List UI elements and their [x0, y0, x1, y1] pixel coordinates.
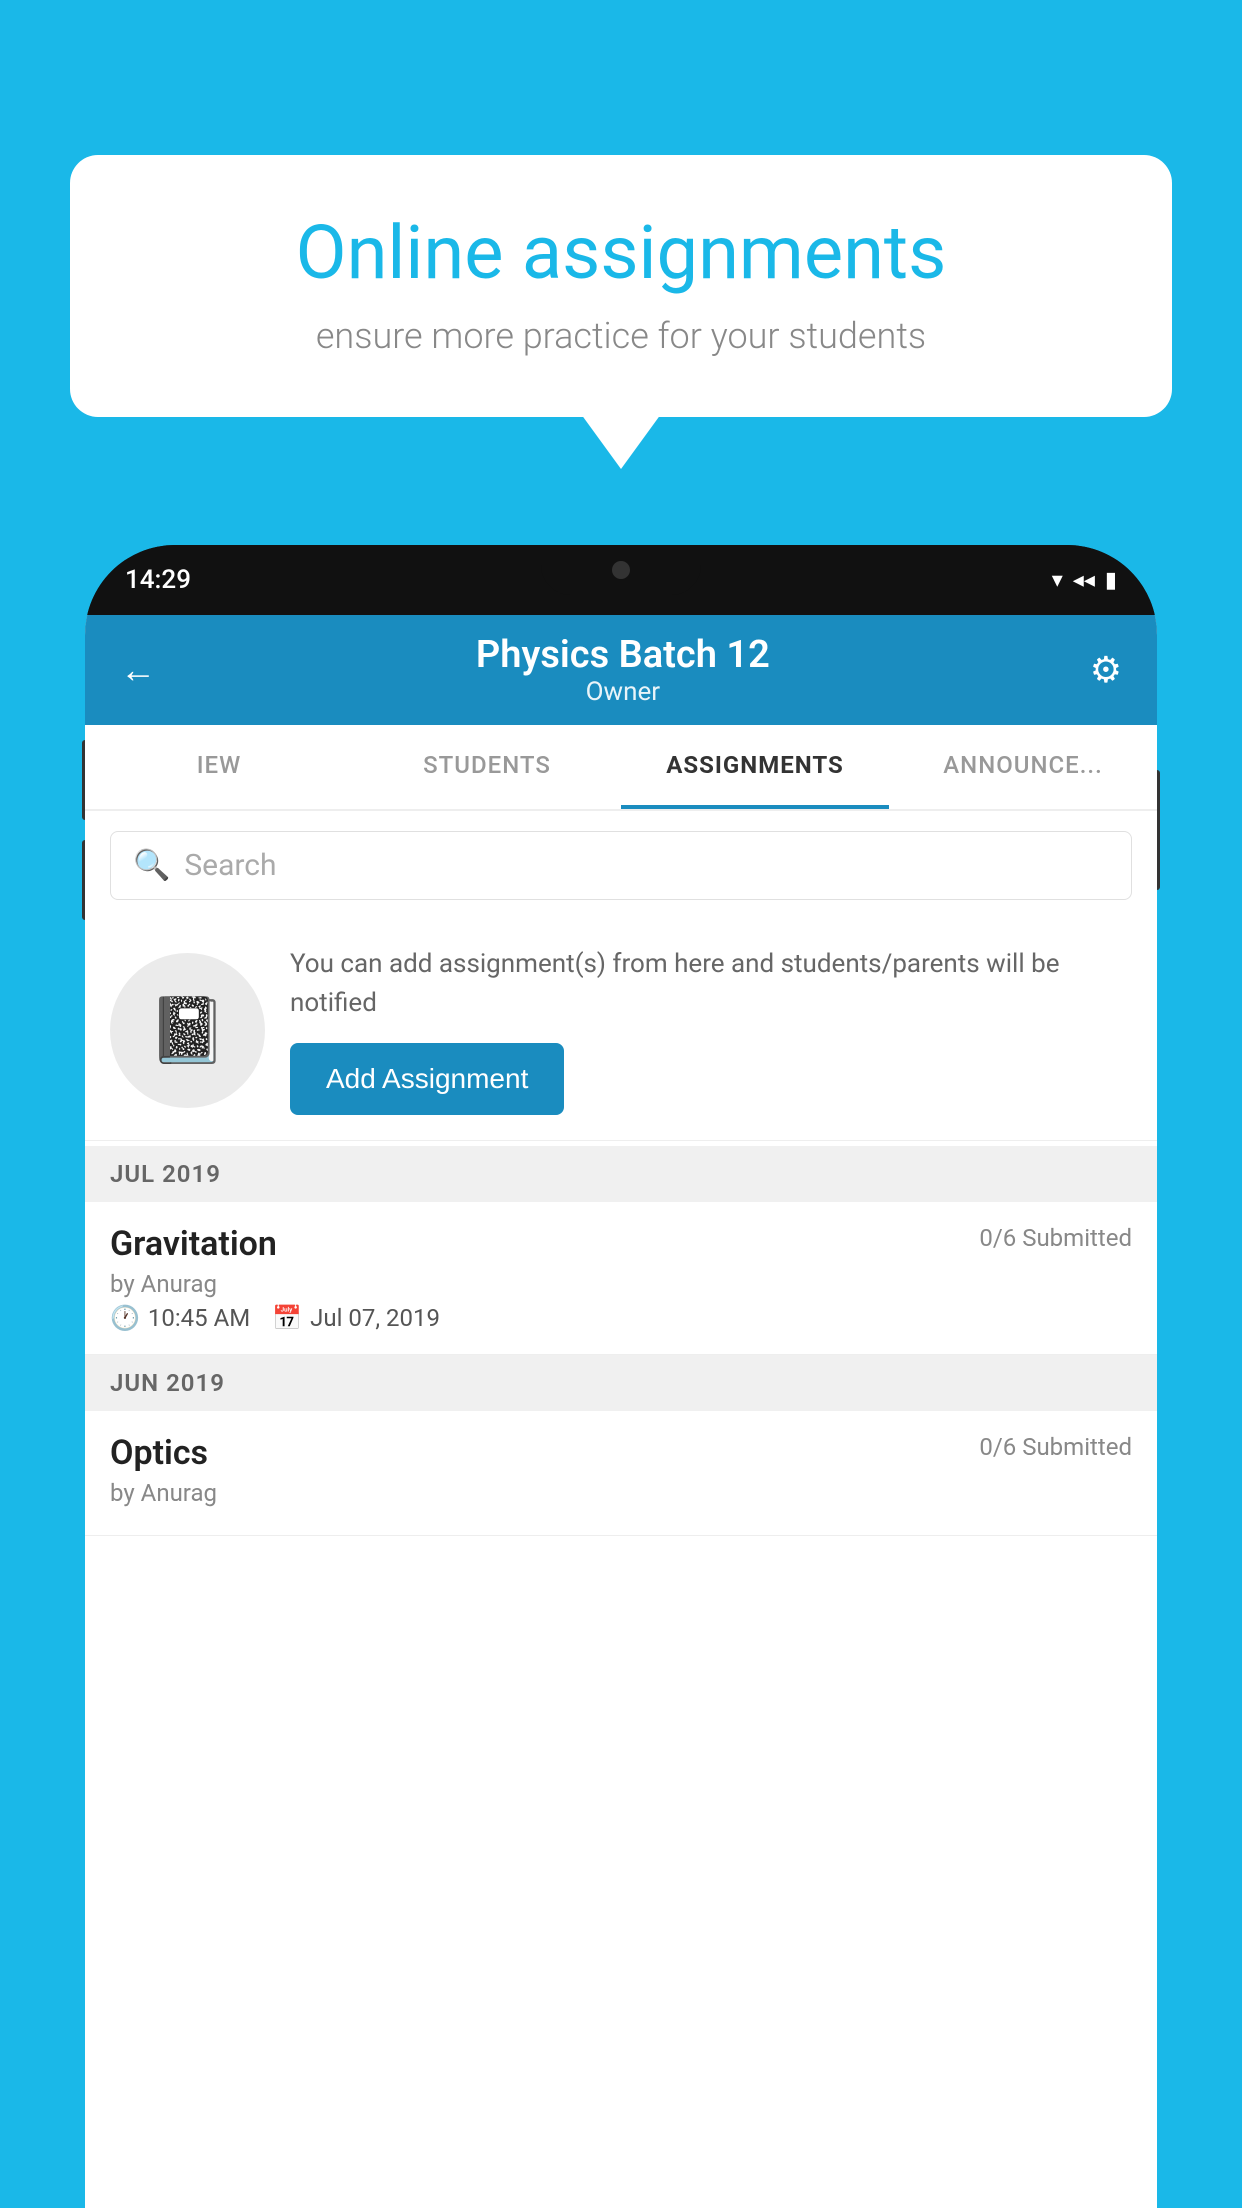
assignment-submitted-optics: 0/6 Submitted — [979, 1433, 1132, 1461]
section-header-jul: JUL 2019 — [85, 1146, 1157, 1202]
clock-icon: 🕐 — [110, 1304, 140, 1332]
time-value-gravitation: 10:45 AM — [148, 1304, 250, 1332]
speech-bubble: Online assignments ensure more practice … — [70, 155, 1172, 417]
back-button[interactable]: ← — [120, 649, 156, 691]
assignment-date-gravitation: 📅 Jul 07, 2019 — [272, 1304, 440, 1332]
tab-assignments[interactable]: ASSIGNMENTS — [621, 725, 889, 809]
promo-description: You can add assignment(s) from here and … — [290, 945, 1132, 1023]
battery-icon: ▮ — [1105, 568, 1117, 593]
notebook-icon: 📓 — [148, 993, 228, 1068]
search-icon: 🔍 — [133, 848, 170, 883]
wifi-icon: ▾ — [1052, 568, 1063, 593]
assignment-meta-gravitation: 🕐 10:45 AM 📅 Jul 07, 2019 — [110, 1304, 1132, 1332]
status-time: 14:29 — [125, 565, 191, 595]
phone-device: 14:29 ▾ ◂◂ ▮ ← Physics Batch 12 Owner ⚙ … — [85, 545, 1157, 2208]
tab-bar: IEW STUDENTS ASSIGNMENTS ANNOUNCE... — [85, 725, 1157, 811]
search-container: 🔍 Search — [85, 811, 1157, 920]
assignment-submitted-gravitation: 0/6 Submitted — [979, 1224, 1132, 1252]
assignment-name-optics: Optics — [110, 1433, 208, 1473]
section-header-jun: JUN 2019 — [85, 1355, 1157, 1411]
camera — [612, 561, 630, 579]
assignment-row1: Gravitation 0/6 Submitted — [110, 1224, 1132, 1264]
search-bar[interactable]: 🔍 Search — [110, 831, 1132, 900]
assignment-by-optics: by Anurag — [110, 1479, 1132, 1507]
assignment-time-gravitation: 🕐 10:45 AM — [110, 1304, 250, 1332]
calendar-icon: 📅 — [272, 1304, 302, 1332]
promo-text-area: You can add assignment(s) from here and … — [290, 945, 1132, 1115]
tab-iew[interactable]: IEW — [85, 725, 353, 809]
assignment-by-gravitation: by Anurag — [110, 1270, 1132, 1298]
speech-bubble-container: Online assignments ensure more practice … — [70, 155, 1172, 417]
app-header: ← Physics Batch 12 Owner ⚙ — [85, 615, 1157, 725]
promo-card: 📓 You can add assignment(s) from here an… — [85, 920, 1157, 1141]
app-content: ← Physics Batch 12 Owner ⚙ IEW STUDENTS … — [85, 615, 1157, 2208]
settings-icon[interactable]: ⚙ — [1090, 649, 1122, 691]
status-icons: ▾ ◂◂ ▮ — [1052, 568, 1117, 593]
add-assignment-button[interactable]: Add Assignment — [290, 1043, 564, 1115]
header-center: Physics Batch 12 Owner — [476, 633, 770, 707]
assignment-row1-optics: Optics 0/6 Submitted — [110, 1433, 1132, 1473]
signal-icon: ◂◂ — [1073, 568, 1095, 593]
assignment-item-gravitation[interactable]: Gravitation 0/6 Submitted by Anurag 🕐 10… — [85, 1202, 1157, 1355]
assignment-item-optics[interactable]: Optics 0/6 Submitted by Anurag — [85, 1411, 1157, 1536]
tab-announcements[interactable]: ANNOUNCE... — [889, 725, 1157, 809]
bubble-subtitle: ensure more practice for your students — [135, 315, 1107, 357]
tab-students[interactable]: STUDENTS — [353, 725, 621, 809]
status-bar: 14:29 ▾ ◂◂ ▮ — [85, 545, 1157, 615]
assignment-name-gravitation: Gravitation — [110, 1224, 277, 1264]
search-placeholder: Search — [184, 848, 276, 883]
phone-notch — [541, 545, 701, 595]
promo-icon-circle: 📓 — [110, 953, 265, 1108]
header-subtitle: Owner — [476, 677, 770, 707]
header-title: Physics Batch 12 — [476, 633, 770, 677]
date-value-gravitation: Jul 07, 2019 — [310, 1304, 440, 1332]
bubble-title: Online assignments — [135, 210, 1107, 297]
